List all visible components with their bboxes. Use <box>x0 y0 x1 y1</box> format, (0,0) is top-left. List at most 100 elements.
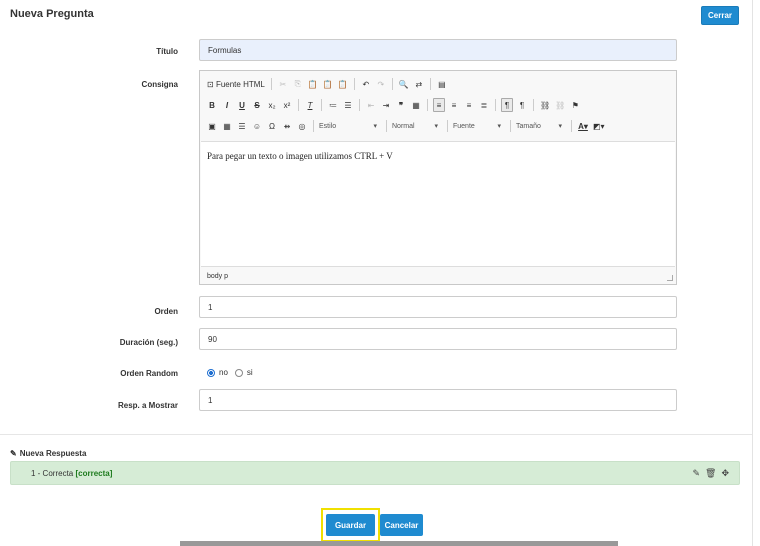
align-center-icon[interactable]: ≡ <box>448 98 460 112</box>
table-icon[interactable]: ▦ <box>221 119 233 133</box>
resp-mostrar-input[interactable]: 1 <box>199 389 677 411</box>
horizontal-scrollbar[interactable] <box>180 541 618 546</box>
select-all-icon[interactable]: ▤ <box>436 77 448 91</box>
outdent-icon[interactable]: ⇤ <box>365 98 377 112</box>
orden-random-group: no si <box>207 368 253 377</box>
blockquote-icon[interactable]: ❞ <box>395 98 407 112</box>
toolbar-separator <box>533 99 534 111</box>
paste-icon[interactable]: 📋 <box>307 77 319 91</box>
bg-color-icon[interactable]: ◩▾ <box>592 119 606 133</box>
toolbar-separator <box>427 99 428 111</box>
orden-random-label: Orden Random <box>120 369 178 378</box>
font-combo[interactable]: Fuente ▾ <box>453 119 505 133</box>
answer-actions: ✎ 🗑 ✥ <box>692 468 729 479</box>
answer-text: 1 - Correcta [correcta] <box>31 469 112 478</box>
titulo-input[interactable]: Formulas <box>199 39 677 61</box>
toolbar-row-3: ▣ ▦ ☰ ☺ Ω ⇻ ◎ Estilo ▾ Normal ▾ Fuente ▾ Ta… <box>206 117 606 135</box>
toolbar-separator <box>447 120 448 132</box>
italic-icon[interactable]: I <box>221 98 233 112</box>
toolbar-separator <box>510 120 511 132</box>
strike-icon[interactable]: S <box>251 98 263 112</box>
subscript-icon[interactable]: x₂ <box>266 98 278 112</box>
special-char-icon[interactable]: Ω <box>266 119 278 133</box>
radio-si-label: si <box>246 368 253 377</box>
toolbar-separator <box>429 78 431 90</box>
chevron-down-icon: ▾ <box>373 123 377 130</box>
answer-row[interactable]: 1 - Correcta [correcta] ✎ 🗑 ✥ <box>10 461 740 485</box>
format-combo-label: Normal <box>392 122 415 130</box>
source-icon: ⊡ <box>207 79 214 89</box>
source-button[interactable]: ⊡ Fuente HTML <box>206 77 266 91</box>
move-icon[interactable]: ✥ <box>721 468 729 479</box>
toolbar-separator <box>571 120 572 132</box>
paste-text-icon[interactable]: 📋 <box>322 77 334 91</box>
save-button[interactable]: Guardar <box>326 514 375 536</box>
toolbar-separator <box>270 78 272 90</box>
size-combo[interactable]: Tamaño ▾ <box>516 119 566 133</box>
toolbar-separator <box>359 99 360 111</box>
unlink-icon[interactable]: ⛓ <box>554 98 566 112</box>
hr-icon[interactable]: ☰ <box>236 119 248 133</box>
link-icon[interactable]: ⛓ <box>539 98 551 112</box>
new-answer-label: Nueva Respuesta <box>19 449 87 458</box>
toolbar-separator <box>313 120 314 132</box>
toolbar-separator <box>321 99 322 111</box>
section-divider <box>0 434 752 435</box>
bold-icon[interactable]: B <box>206 98 218 112</box>
orden-input[interactable]: 1 <box>199 296 677 318</box>
new-answer-link[interactable]: ✎ Nueva Respuesta <box>10 449 86 458</box>
duracion-input[interactable]: 90 <box>199 328 677 350</box>
smiley-icon[interactable]: ☺ <box>251 119 263 133</box>
edit-icon[interactable]: ✎ <box>692 468 700 479</box>
align-right-icon[interactable]: ≡ <box>463 98 475 112</box>
font-combo-label: Fuente <box>453 122 475 130</box>
paste-word-icon[interactable]: 📋 <box>337 77 349 91</box>
radio-no[interactable] <box>207 368 215 377</box>
superscript-icon[interactable]: x² <box>281 98 293 112</box>
ltr-icon[interactable]: ¶ <box>501 98 513 112</box>
align-left-icon[interactable]: ≡ <box>433 98 445 112</box>
right-border <box>752 0 753 546</box>
pagebreak-icon[interactable]: ⇻ <box>281 119 293 133</box>
underline-icon[interactable]: U <box>236 98 248 112</box>
style-combo[interactable]: Estilo ▾ <box>319 119 381 133</box>
editor-content[interactable]: Para pegar un texto o imagen utilizamos … <box>201 141 675 267</box>
toolbar-separator <box>353 78 355 90</box>
bulleted-list-icon[interactable]: ☰ <box>342 98 354 112</box>
format-combo[interactable]: Normal ▾ <box>392 119 442 133</box>
rtl-icon[interactable]: ¶ <box>516 98 528 112</box>
cut-icon[interactable]: ✂ <box>277 77 289 91</box>
close-button[interactable]: Cerrar <box>701 6 739 25</box>
toolbar-separator <box>391 78 393 90</box>
copy-icon[interactable]: ⎘ <box>292 77 304 91</box>
resize-handle[interactable] <box>667 275 673 281</box>
cancel-button[interactable]: Cancelar <box>380 514 423 536</box>
style-combo-label: Estilo <box>319 122 337 130</box>
numbered-list-icon[interactable]: ≔ <box>327 98 339 112</box>
replace-icon[interactable]: ⇄ <box>413 77 425 91</box>
justify-icon[interactable]: ≣ <box>478 98 490 112</box>
redo-icon[interactable]: ↷ <box>375 77 387 91</box>
div-icon[interactable]: ▦ <box>410 98 422 112</box>
chevron-down-icon: ▾ <box>558 123 562 130</box>
toolbar-row-2: B I U S x₂ x² T ≔ ☰ ⇤ ⇥ ❞ ▦ ≡ ≡ ≡ ≣ ¶ ¶ … <box>206 96 581 114</box>
indent-icon[interactable]: ⇥ <box>380 98 392 112</box>
chevron-down-icon: ▾ <box>434 123 438 130</box>
size-combo-label: Tamaño <box>516 122 541 130</box>
radio-no-label: no <box>219 368 228 377</box>
titulo-label: Título <box>156 47 178 56</box>
image-icon[interactable]: ▣ <box>206 119 218 133</box>
find-icon[interactable]: 🔍 <box>398 77 410 91</box>
radio-si[interactable] <box>234 368 243 377</box>
anchor-icon[interactable]: ⚑ <box>569 98 581 112</box>
toolbar-separator <box>495 99 496 111</box>
resp-mostrar-label: Resp. a Mostrar <box>117 401 178 410</box>
text-color-icon[interactable]: A▾ <box>577 119 589 133</box>
consigna-label: Consigna <box>141 80 178 89</box>
save-button-highlight: Guardar <box>321 508 380 542</box>
answer-prefix: 1 - Correcta <box>31 469 76 478</box>
remove-format-icon[interactable]: T <box>304 98 316 112</box>
undo-icon[interactable]: ↶ <box>360 77 372 91</box>
iframe-icon[interactable]: ◎ <box>296 119 308 133</box>
trash-icon[interactable]: 🗑 <box>705 468 716 479</box>
